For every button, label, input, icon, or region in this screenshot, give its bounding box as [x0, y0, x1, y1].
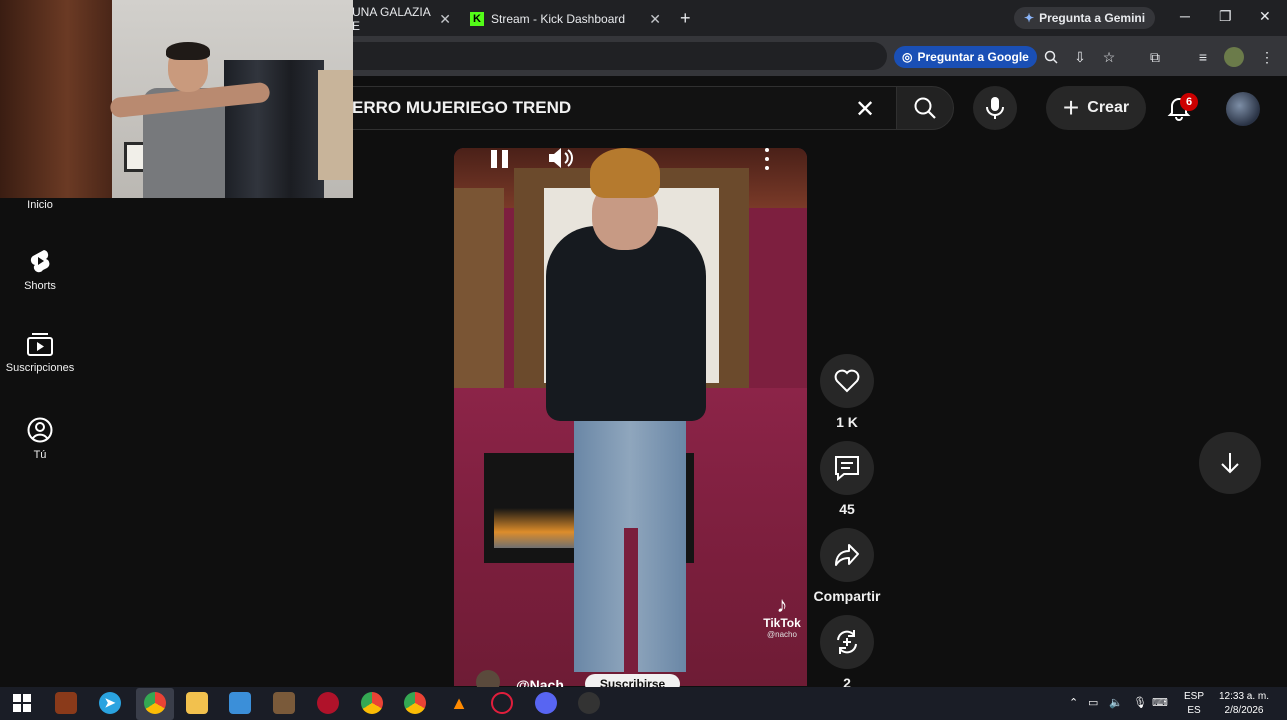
chrome-icon[interactable]: [361, 692, 383, 714]
app-icon[interactable]: [491, 692, 513, 714]
tiktok-logo-icon: ♪: [776, 592, 788, 617]
pause-button[interactable]: [486, 147, 512, 171]
language-top: ESP: [1184, 691, 1205, 702]
app-icon[interactable]: [317, 692, 339, 714]
create-label: Crear: [1087, 99, 1130, 116]
sidebar-item-label: Tú: [33, 449, 47, 461]
like-count: 1 K: [836, 414, 858, 430]
bookmark-star-icon[interactable]: ☆: [1099, 47, 1119, 67]
sidebar-item-label: Suscripciones: [5, 362, 75, 374]
microphone-icon: [986, 97, 1004, 119]
keyboard-icon[interactable]: ⌨: [1152, 696, 1168, 709]
share-icon: [835, 544, 859, 566]
profile-avatar-icon[interactable]: [1224, 47, 1244, 67]
show-hidden-icons-icon[interactable]: ⌃: [1069, 696, 1078, 709]
next-short-button[interactable]: [1199, 432, 1261, 494]
sidebar-item-label: Shorts: [24, 280, 56, 292]
search-query-text: ERRO MUJERIEGO TREND: [352, 98, 572, 117]
tiktok-username: @nacho: [767, 630, 797, 639]
store-app-icon[interactable]: [229, 692, 251, 714]
microphone-tray-icon[interactable]: 🎙: [1133, 696, 1147, 709]
clock-date: 2/8/2026: [1224, 705, 1264, 716]
ask-google-label: Preguntar a Google: [917, 50, 1029, 64]
minimize-window-button[interactable]: ─: [1180, 8, 1190, 24]
share-label: Compartir: [813, 588, 881, 604]
comment-icon: [835, 456, 859, 481]
gemini-label: Pregunta a Gemini: [1039, 11, 1146, 25]
kick-logo-icon: K: [470, 12, 484, 26]
volume-tray-icon[interactable]: 🔈: [1109, 696, 1123, 709]
like-button[interactable]: [820, 354, 874, 408]
obs-icon[interactable]: [578, 692, 600, 714]
app-icon[interactable]: [273, 692, 295, 714]
address-bar[interactable]: [352, 42, 887, 70]
user-circle-icon: [27, 417, 53, 443]
plus-icon: +: [1062, 92, 1080, 123]
chrome-icon[interactable]: [144, 692, 166, 714]
input-language[interactable]: ESP ES: [1184, 690, 1204, 718]
discord-icon[interactable]: [535, 692, 557, 714]
clear-search-icon[interactable]: ✕: [850, 94, 880, 124]
webcam-overlay: [0, 0, 353, 198]
sidebar-item-suscripciones[interactable]: Suscripciones: [0, 332, 80, 374]
account-avatar[interactable]: [1226, 92, 1260, 126]
chrome-icon[interactable]: [404, 692, 426, 714]
close-tab-icon[interactable]: ✕: [649, 11, 661, 28]
close-window-button[interactable]: ✕: [1259, 8, 1271, 25]
browser-tab[interactable]: UNA GALAZIA E ✕: [352, 5, 457, 33]
clock-time: 12:33 a. m.: [1218, 691, 1270, 702]
share-button[interactable]: [820, 528, 874, 582]
shorts-icon: [30, 250, 50, 273]
sidebar-item-label: Inicio: [27, 199, 53, 211]
sidebar-item-tu[interactable]: Tú: [0, 417, 80, 461]
search-icon: [914, 97, 936, 119]
game-app-icon[interactable]: [55, 692, 77, 714]
create-button[interactable]: + Crear: [1046, 86, 1146, 130]
search-button[interactable]: [896, 86, 954, 130]
tiktok-watermark: ♪ TikTok @nacho: [760, 592, 804, 640]
vlc-icon[interactable]: ▲: [448, 692, 470, 714]
gemini-sparkle-icon: ✦: [1024, 11, 1035, 25]
arrow-down-icon: [1221, 453, 1239, 474]
extensions-icon[interactable]: ⧉: [1145, 47, 1165, 67]
tiktok-brand: TikTok: [763, 616, 801, 630]
file-explorer-icon[interactable]: [186, 692, 208, 714]
sidebar-item-shorts[interactable]: Shorts: [0, 248, 80, 292]
telegram-icon[interactable]: ➤: [99, 692, 121, 714]
restore-window-button[interactable]: ❐: [1219, 8, 1232, 25]
volume-button[interactable]: [547, 146, 575, 170]
tab-title: UNA GALAZIA E: [352, 5, 431, 33]
notification-count-badge: 6: [1180, 93, 1198, 111]
more-options-icon[interactable]: [762, 148, 772, 170]
remix-button[interactable]: [820, 615, 874, 669]
sidebar-item-inicio[interactable]: Inicio: [0, 199, 80, 211]
reading-list-icon[interactable]: ≡: [1193, 47, 1213, 67]
voice-search-button[interactable]: [973, 86, 1017, 130]
zoom-icon[interactable]: [1041, 47, 1061, 67]
volume-icon: [549, 148, 573, 168]
new-tab-button[interactable]: +: [680, 8, 691, 29]
lens-icon: ◎: [902, 50, 913, 64]
heart-icon: [834, 369, 860, 393]
remix-icon: [837, 630, 857, 654]
subscriptions-icon: [27, 333, 53, 356]
install-app-icon[interactable]: ⇩: [1070, 47, 1090, 67]
language-bottom: ES: [1187, 705, 1201, 716]
comment-count: 45: [839, 501, 855, 517]
windows-start-icon[interactable]: [11, 692, 33, 714]
short-video-player[interactable]: [454, 148, 807, 686]
tab-title: Stream - Kick Dashboard: [491, 12, 626, 26]
ask-gemini-button[interactable]: ✦ Pregunta a Gemini: [1014, 7, 1156, 29]
taskbar-clock[interactable]: 12:33 a. m. 2/8/2026: [1212, 690, 1276, 718]
browser-menu-icon[interactable]: ⋮: [1257, 47, 1277, 67]
browser-tab-kick[interactable]: K Stream - Kick Dashboard ✕: [462, 6, 667, 32]
pause-icon: [490, 150, 497, 168]
close-tab-icon[interactable]: ✕: [439, 11, 451, 28]
comments-button[interactable]: [820, 441, 874, 495]
network-icon[interactable]: ▭: [1088, 696, 1098, 709]
ask-google-button[interactable]: ◎ Preguntar a Google: [894, 46, 1037, 68]
